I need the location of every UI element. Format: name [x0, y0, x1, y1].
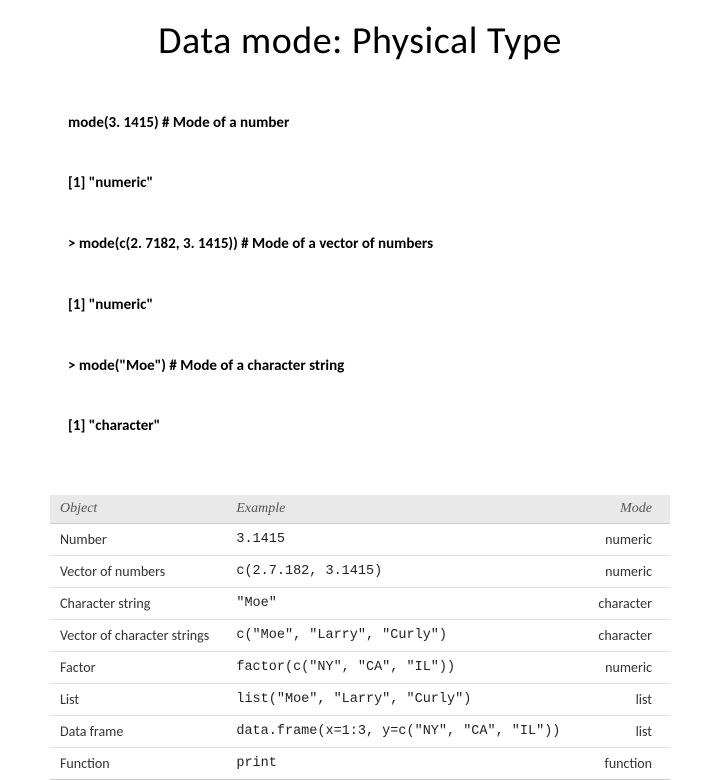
- cell-object: Data frame: [50, 716, 226, 748]
- cell-mode: list: [585, 716, 670, 748]
- cell-mode: character: [585, 620, 670, 652]
- cell-example: data.frame(x=1:3, y=c("NY", "CA", "IL")): [226, 716, 585, 748]
- table-row: List list("Moe", "Larry", "Curly") list: [50, 684, 670, 716]
- page-title: Data mode: Physical Type: [50, 18, 670, 64]
- cell-example: c(2.7.182, 3.1415): [226, 556, 585, 588]
- cell-object: Function: [50, 748, 226, 780]
- cell-object: Factor: [50, 652, 226, 684]
- header-example: Example: [226, 495, 585, 524]
- code-line: [1] "numeric": [68, 173, 670, 193]
- cell-object: Character string: [50, 588, 226, 620]
- mode-table: Object Example Mode Number 3.1415 numeri…: [50, 495, 670, 780]
- cell-object: Vector of numbers: [50, 556, 226, 588]
- cell-object: Vector of character strings: [50, 620, 226, 652]
- table-row: Function print function: [50, 748, 670, 780]
- cell-mode: numeric: [585, 556, 670, 588]
- code-line: mode(3. 1415) # Mode of a number: [68, 113, 670, 133]
- table-head: Object Example Mode: [50, 495, 670, 524]
- cell-mode: list: [585, 684, 670, 716]
- code-line: > mode(c(2. 7182, 3. 1415)) # Mode of a …: [68, 234, 670, 254]
- cell-example: print: [226, 748, 585, 780]
- cell-example: c("Moe", "Larry", "Curly"): [226, 620, 585, 652]
- code-block: mode(3. 1415) # Mode of a number [1] "nu…: [68, 72, 670, 477]
- table: Object Example Mode Number 3.1415 numeri…: [50, 495, 670, 780]
- cell-mode: function: [585, 748, 670, 780]
- table-row: Character string "Moe" character: [50, 588, 670, 620]
- table-row: Factor factor(c("NY", "CA", "IL")) numer…: [50, 652, 670, 684]
- header-mode: Mode: [585, 495, 670, 524]
- table-row: Data frame data.frame(x=1:3, y=c("NY", "…: [50, 716, 670, 748]
- code-line: > mode("Moe") # Mode of a character stri…: [68, 356, 670, 376]
- slide: Data mode: Physical Type mode(3. 1415) #…: [0, 0, 720, 540]
- table-header-row: Object Example Mode: [50, 495, 670, 524]
- cell-example: "Moe": [226, 588, 585, 620]
- table-row: Vector of numbers c(2.7.182, 3.1415) num…: [50, 556, 670, 588]
- table-row: Vector of character strings c("Moe", "La…: [50, 620, 670, 652]
- header-object: Object: [50, 495, 226, 524]
- table-body: Number 3.1415 numeric Vector of numbers …: [50, 524, 670, 780]
- cell-object: List: [50, 684, 226, 716]
- cell-mode: character: [585, 588, 670, 620]
- cell-mode: numeric: [585, 652, 670, 684]
- cell-example: factor(c("NY", "CA", "IL")): [226, 652, 585, 684]
- code-line: [1] "character": [68, 416, 670, 436]
- cell-example: list("Moe", "Larry", "Curly"): [226, 684, 585, 716]
- code-line: [1] "numeric": [68, 295, 670, 315]
